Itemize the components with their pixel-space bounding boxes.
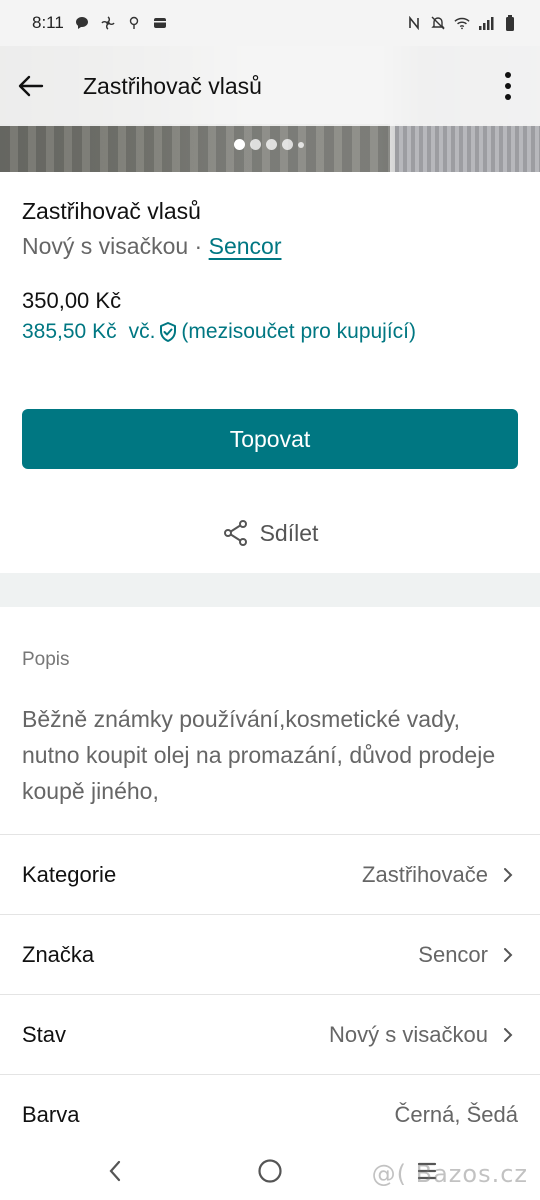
attribute-value: Sencor xyxy=(418,941,488,967)
chevron-right-icon xyxy=(498,865,518,885)
attribute-row-category[interactable]: Kategorie Zastřihovače xyxy=(0,834,540,914)
item-info: Zastřihovač vlasů Nový s visačkou · Senc… xyxy=(0,172,540,344)
item-condition: Nový s visačkou xyxy=(22,233,189,259)
item-price: 350,00 Kč xyxy=(22,288,122,313)
more-options-button[interactable] xyxy=(486,46,530,126)
attribute-label: Barva xyxy=(22,1101,80,1127)
buyer-price-value: 385,50 Kč xyxy=(22,320,117,343)
message-bubble-icon xyxy=(74,15,90,31)
attribute-list: Kategorie Zastřihovače Značka Sencor Sta… xyxy=(0,834,540,1154)
attribute-label: Kategorie xyxy=(22,861,117,887)
more-vertical-icon xyxy=(504,71,512,101)
page-title: Zastřihovač vlasů xyxy=(83,72,262,99)
home-circle-icon xyxy=(257,1158,283,1184)
gallery-dot[interactable] xyxy=(234,139,245,150)
buyer-price-suffix: vč. xyxy=(128,320,156,343)
attribute-value: Nový s visačkou xyxy=(329,1021,488,1047)
signal-icon xyxy=(478,15,494,31)
share-label: Sdílet xyxy=(259,519,319,546)
app-bar: Zastřihovač vlasů xyxy=(0,46,540,126)
promote-button[interactable]: Topovat xyxy=(22,409,518,469)
location-pin-icon xyxy=(126,15,142,31)
attribute-row-condition[interactable]: Stav Nový s visačkou xyxy=(0,994,540,1074)
nav-back-button[interactable] xyxy=(100,1156,130,1186)
section-divider xyxy=(0,573,540,607)
system-nav-bar: @( Bazos.cz xyxy=(0,1142,540,1200)
attribute-label: Stav xyxy=(22,1021,67,1047)
arrow-left-icon xyxy=(18,75,44,97)
attribute-row-brand[interactable]: Značka Sencor xyxy=(0,914,540,994)
gallery-dot[interactable] xyxy=(282,139,293,150)
subtitle-separator: · xyxy=(188,233,209,259)
back-button[interactable] xyxy=(0,46,62,126)
watermark: @( Bazos.cz xyxy=(371,1160,528,1188)
wifi-icon xyxy=(454,15,470,31)
status-bar: 8:11 xyxy=(0,0,540,46)
buyer-price-note: (mezisoučet pro kupující) xyxy=(181,320,417,343)
gallery-dot[interactable] xyxy=(266,139,277,150)
item-title: Zastřihovač vlasů xyxy=(22,198,201,224)
gallery-dot[interactable] xyxy=(250,139,261,150)
attribute-value: Zastřihovače xyxy=(362,861,488,887)
chevron-right-icon xyxy=(498,1025,518,1045)
wallet-icon xyxy=(152,15,168,31)
gallery-pagination xyxy=(234,139,304,150)
fan-icon xyxy=(100,15,116,31)
gallery-dot[interactable] xyxy=(298,141,304,148)
brand-link[interactable]: Sencor xyxy=(209,233,282,259)
attribute-label: Značka xyxy=(22,941,95,967)
share-button[interactable]: Sdílet xyxy=(0,505,540,561)
chevron-right-icon xyxy=(498,945,518,965)
description-heading: Popis xyxy=(22,649,70,670)
description-text: Běžně známky používání,kosmetické vady, … xyxy=(22,706,496,804)
buyer-price[interactable]: 385,50 Kč vč. (mezisoučet pro kupující) xyxy=(22,320,518,344)
nfc-icon xyxy=(406,15,422,31)
share-icon xyxy=(222,519,250,547)
chevron-left-icon xyxy=(107,1159,123,1183)
description-section: Popis Běžně známky používání,kosmetické … xyxy=(0,607,540,809)
battery-icon xyxy=(502,15,518,31)
attribute-value: Černá, Šedá xyxy=(394,1101,518,1127)
status-time: 8:11 xyxy=(32,13,64,32)
item-subtitle: Nový s visačkou · Sencor xyxy=(22,233,518,260)
mute-icon xyxy=(430,15,446,31)
nav-home-button[interactable] xyxy=(255,1156,285,1186)
shield-check-icon xyxy=(157,321,179,343)
